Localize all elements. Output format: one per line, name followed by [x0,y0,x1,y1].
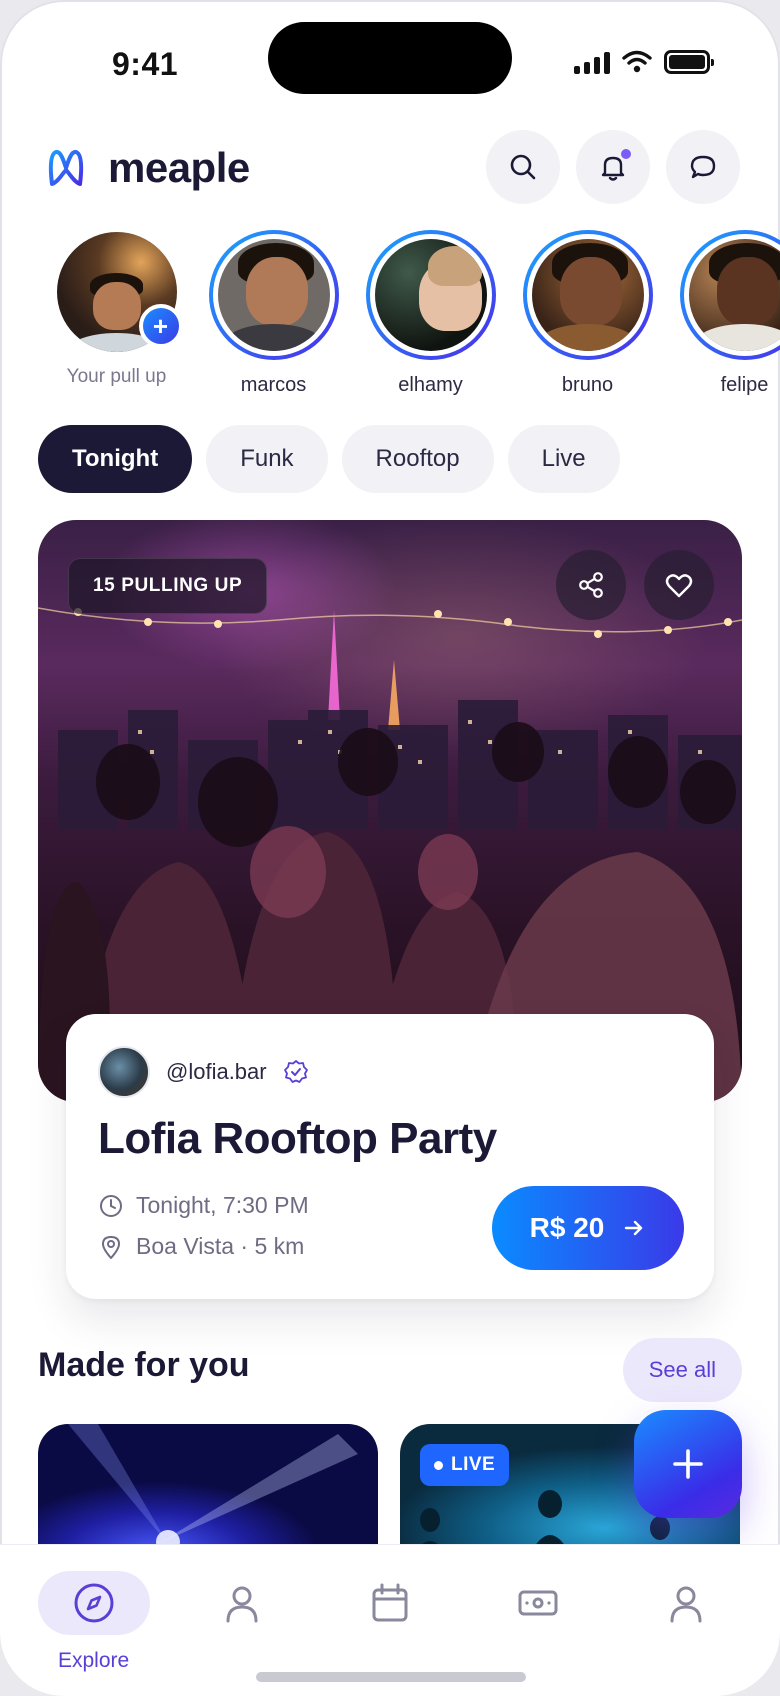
story-item[interactable]: felipe [666,230,780,397]
brand[interactable]: meaple [46,144,250,192]
host-avatar [98,1046,150,1098]
stories-row: + Your pull up marcos elhamy bruno felip… [38,230,780,397]
search-button[interactable] [486,130,560,204]
nav-people[interactable] [186,1571,298,1635]
plus-icon [673,1449,703,1479]
story-label: elhamy [398,374,463,396]
chat-bubble-icon [690,155,716,179]
signal-icon [574,50,610,74]
battery-icon [664,50,714,74]
chip-tonight[interactable]: Tonight [38,425,193,493]
nav-calendar[interactable] [334,1571,446,1635]
status-time: 9:41 [112,46,179,82]
recommendation-card[interactable] [38,1424,378,1554]
event-card[interactable]: @lofia.bar Lofia Rooftop Party Tonight, … [66,1014,714,1299]
filter-chips: Tonight Funk Rooftop Live [38,425,620,493]
profile-icon [670,1586,702,1623]
dynamic-island [268,22,512,94]
header-actions [486,130,740,204]
status-icons [574,50,714,74]
share-button[interactable] [556,550,626,620]
story-own-label: Your pull up [66,366,167,387]
event-host[interactable]: @lofia.bar [98,1046,309,1098]
section-title-made-for-you: Made for you [38,1346,250,1384]
chip-funk[interactable]: Funk [206,425,328,493]
avatar [217,239,330,351]
event-meta: Tonight, 7:30 PM Boa Vista · 5 km [98,1192,309,1260]
nav-explore-label: Explore [58,1649,130,1672]
search-icon [510,154,536,180]
create-event-fab[interactable] [634,1410,742,1518]
buy-ticket-button[interactable]: R$ 20 [492,1186,684,1270]
notifications-button[interactable] [576,130,650,204]
avatar [531,239,644,351]
bottom-nav: Explore [0,1544,780,1696]
event-location: Boa Vista · 5 km [136,1233,305,1259]
meaple-logo-icon [48,150,84,186]
story-label: marcos [240,374,307,396]
ticket-icon [518,1590,558,1616]
favorite-button[interactable] [644,550,714,620]
add-story-button[interactable]: + [138,304,183,348]
host-handle: @lofia.bar [166,1059,267,1084]
story-label: bruno [561,374,614,396]
pulling-up-badge: 15 PULLING UP [68,558,268,614]
calendar-icon [372,1583,408,1622]
chip-live[interactable]: Live [507,425,620,493]
verified-badge-icon [283,1060,308,1083]
event-location-row: Boa Vista · 5 km [98,1233,309,1260]
notification-dot [619,147,633,161]
story-item[interactable]: bruno [509,230,666,397]
chip-rooftop[interactable]: Rooftop [341,425,494,493]
stage-lights [68,1424,358,1554]
story-label: felipe [720,374,769,396]
nav-tickets[interactable] [482,1571,594,1635]
see-all-button[interactable]: See all [622,1338,742,1402]
avatar [374,239,487,351]
avatar [688,239,780,351]
story-item[interactable]: elhamy [352,230,509,397]
nav-profile[interactable] [630,1571,742,1635]
nav-explore[interactable] [38,1571,150,1635]
hero-actions [556,550,714,620]
home-indicator [256,1672,526,1682]
ticket-price: R$ 20 [529,1212,605,1243]
share-icon [579,572,603,598]
wifi-icon [622,50,652,73]
app-name: meaple [108,144,250,191]
event-title: Lofia Rooftop Party [98,1114,497,1163]
arrow-right-icon [625,1220,643,1236]
own-avatar: + [56,232,183,352]
phone-screen: 9:41 meaple + Your pull up marcos elhamy… [0,0,780,1696]
event-time-row: Tonight, 7:30 PM [98,1192,309,1219]
messages-button[interactable] [666,130,740,204]
story-own[interactable]: + Your pull up [38,230,195,397]
clock-icon [100,1194,122,1217]
heart-icon [665,574,693,598]
event-time: Tonight, 7:30 PM [136,1192,309,1218]
story-item[interactable]: marcos [195,230,352,397]
compass-icon [74,1583,114,1623]
person-icon [226,1586,258,1623]
location-pin-icon [102,1235,120,1259]
